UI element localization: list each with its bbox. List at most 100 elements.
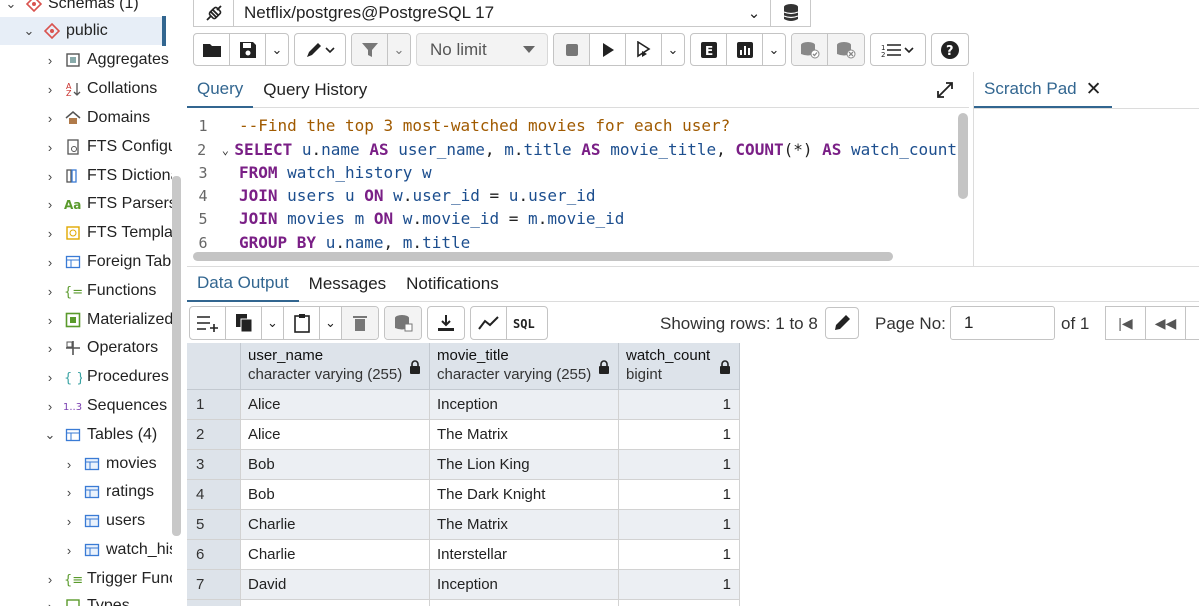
delete-row-button[interactable]	[342, 307, 378, 339]
chevron-right-icon[interactable]: ›	[62, 543, 76, 558]
chevron-down-icon[interactable]: ⌄	[4, 0, 18, 12]
tree-item-schemas[interactable]: ⌄ Schemas (1)	[4, 0, 139, 18]
cell-watch-count[interactable]: 1	[619, 480, 740, 510]
tree-item-domains[interactable]: › Domains	[43, 104, 150, 132]
chevron-right-icon[interactable]: ›	[43, 111, 57, 126]
sql-button[interactable]: SQL	[507, 307, 547, 339]
chevron-right-icon[interactable]: ›	[62, 485, 76, 500]
cell-user-name[interactable]: Alice	[241, 390, 430, 420]
tree-item-types[interactable]: › Types	[43, 592, 130, 606]
chevron-right-icon[interactable]: ›	[43, 255, 57, 270]
cell-user-name[interactable]: Alice	[241, 420, 430, 450]
chevron-right-icon[interactable]: ›	[43, 82, 57, 97]
tree-item-functions[interactable]: › {=} Functions	[43, 277, 157, 305]
tab-query[interactable]: Query	[187, 72, 254, 108]
chevron-right-icon[interactable]: ›	[43, 313, 57, 328]
cell-movie-title[interactable]: Interstellar	[430, 540, 619, 570]
copy-options-button[interactable]: ⌄	[262, 307, 284, 339]
cell-movie-title[interactable]: Inception	[430, 390, 619, 420]
help-button[interactable]: ?	[932, 34, 968, 65]
cell-watch-count[interactable]: 1	[619, 420, 740, 450]
page-number-input[interactable]: 1	[950, 306, 1055, 340]
tree-item-collations[interactable]: › AZ Collations	[43, 75, 157, 103]
commit-button[interactable]	[792, 34, 828, 65]
chevron-right-icon[interactable]: ›	[43, 399, 57, 414]
graph-visualiser-button[interactable]	[471, 307, 507, 339]
chevron-right-icon[interactable]: ›	[43, 284, 57, 299]
save-button[interactable]	[230, 34, 266, 65]
tree-item-materialized-views[interactable]: › Materialized Views	[43, 306, 172, 334]
row-number[interactable]: 4	[187, 480, 241, 510]
table-row[interactable]: 2 Alice The Matrix 1	[187, 420, 740, 450]
stop-button[interactable]	[554, 34, 590, 65]
chevron-right-icon[interactable]: ›	[43, 53, 57, 68]
edit-page-button[interactable]	[825, 307, 859, 339]
tree-item-movies[interactable]: › movies	[62, 450, 157, 478]
connection-status-icon[interactable]	[194, 0, 234, 26]
cell-watch-count[interactable]: 1	[619, 390, 740, 420]
tree-item-foreign-tables[interactable]: › Foreign Tables	[43, 248, 172, 276]
tree-item-fts-configurations[interactable]: › FTS Configurations	[43, 133, 172, 161]
row-number[interactable]: 2	[187, 420, 241, 450]
tree-item-aggregates[interactable]: › Aggregates	[43, 46, 169, 74]
tree-item-operators[interactable]: › Operators	[43, 334, 158, 362]
cell-watch-count[interactable]: 1	[619, 510, 740, 540]
tree-item-fts-parsers[interactable]: › Aa FTS Parsers	[43, 190, 172, 218]
chevron-down-icon[interactable]: ⌄	[738, 4, 770, 22]
cell-watch-count[interactable]: 1	[619, 570, 740, 600]
execute-options-button[interactable]: ⌄	[662, 34, 684, 65]
fold-chevron-icon[interactable]: ⌄	[216, 143, 234, 157]
save-options-button[interactable]: ⌄	[266, 34, 288, 65]
expand-icon[interactable]	[935, 80, 955, 105]
tree-item-trigger-functions[interactable]: › {≡} Trigger Functions	[43, 565, 172, 593]
table-row[interactable]: 5 Charlie The Matrix 1	[187, 510, 740, 540]
chevron-right-icon[interactable]: ›	[43, 197, 57, 212]
chevron-right-icon[interactable]: ›	[43, 341, 57, 356]
column-header[interactable]: user_name character varying (255)	[241, 343, 430, 390]
rollback-button[interactable]	[828, 34, 864, 65]
cell-user-name[interactable]: Bob	[241, 480, 430, 510]
cell-watch-count[interactable]	[619, 600, 740, 606]
table-row[interactable]: 3 Bob The Lion King 1	[187, 450, 740, 480]
table-row[interactable]: 6 Charlie Interstellar 1	[187, 540, 740, 570]
cell-user-name[interactable]: David	[241, 570, 430, 600]
cell-movie-title[interactable]: The Dark Knight	[430, 480, 619, 510]
row-number[interactable]: 1	[187, 390, 241, 420]
connection-selector[interactable]: Netflix/postgres@PostgreSQL 17 ⌄	[193, 0, 811, 27]
column-header[interactable]: watch_count bigint	[619, 343, 740, 390]
close-icon[interactable]: ✕	[1086, 78, 1102, 101]
cell-user-name[interactable]	[241, 600, 430, 606]
table-row[interactable]: 7 David Inception 1	[187, 570, 740, 600]
cell-movie-title[interactable]: Inception	[430, 570, 619, 600]
cell-movie-title[interactable]: The Matrix	[430, 420, 619, 450]
chevron-right-icon[interactable]: ›	[43, 599, 57, 606]
table-row[interactable]: 4 Bob The Dark Knight 1	[187, 480, 740, 510]
next-page-button[interactable]	[1185, 306, 1199, 340]
paste-options-button[interactable]: ⌄	[320, 307, 342, 339]
editor-vertical-scrollbar[interactable]	[958, 113, 968, 199]
save-data-button[interactable]	[385, 307, 421, 339]
explain-analyze-button[interactable]	[727, 34, 763, 65]
tree-item-fts-dictionaries[interactable]: › FTS Dictionaries	[43, 162, 172, 190]
cell-movie-title[interactable]	[430, 600, 619, 606]
explain-button[interactable]: E	[691, 34, 727, 65]
tree-scrollbar[interactable]	[172, 176, 181, 536]
macros-button[interactable]: 12	[871, 34, 925, 65]
tree-item-ratings[interactable]: › ratings	[62, 478, 154, 506]
column-header[interactable]: movie_title character varying (255)	[430, 343, 619, 390]
sql-editor[interactable]: 1 --Find the top 3 most-watched movies f…	[187, 109, 969, 266]
edit-menu-button[interactable]	[295, 34, 345, 65]
tree-item-tables[interactable]: ⌄ Tables (4)	[43, 421, 158, 449]
tab-scratch-pad[interactable]: Scratch Pad ✕	[974, 72, 1112, 108]
chevron-right-icon[interactable]: ›	[62, 514, 76, 529]
tree-item-procedures[interactable]: › { } Procedures	[43, 363, 169, 391]
copy-button[interactable]	[226, 307, 262, 339]
execute-button[interactable]	[590, 34, 626, 65]
cell-movie-title[interactable]: The Lion King	[430, 450, 619, 480]
tab-notifications[interactable]: Notifications	[396, 266, 509, 302]
add-row-button[interactable]	[190, 307, 226, 339]
row-number[interactable]	[187, 600, 241, 606]
row-number[interactable]: 6	[187, 540, 241, 570]
tree-item-fts-templates[interactable]: › FTS Templates	[43, 219, 172, 247]
row-number[interactable]: 7	[187, 570, 241, 600]
